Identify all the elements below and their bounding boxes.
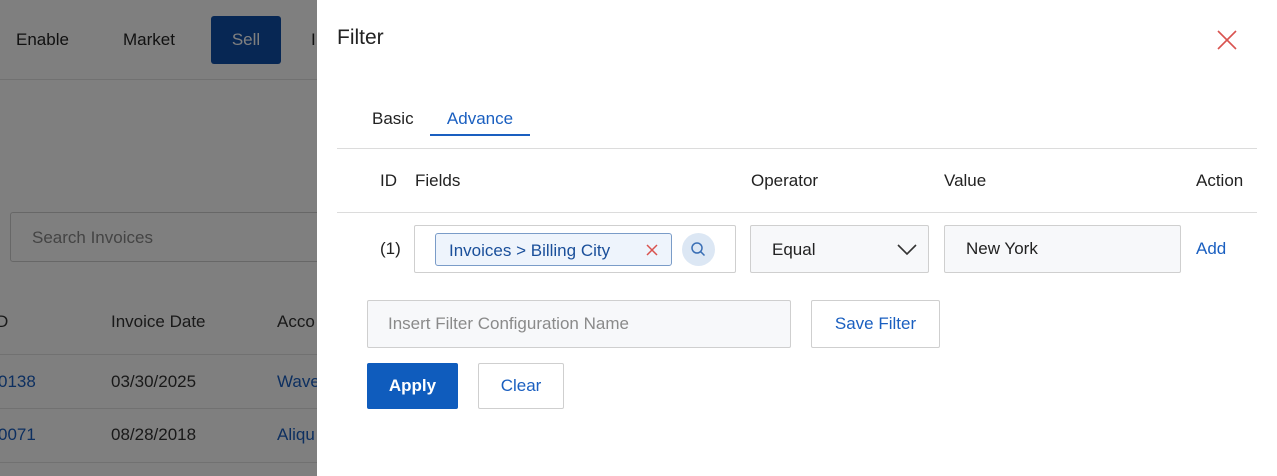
panel-title: Filter bbox=[337, 26, 384, 49]
save-filter-button[interactable]: Save Filter bbox=[811, 300, 940, 348]
search-icon[interactable] bbox=[682, 233, 715, 266]
remove-chip-icon[interactable] bbox=[645, 243, 659, 257]
apply-button[interactable]: Apply bbox=[367, 363, 458, 409]
close-icon[interactable] bbox=[1215, 28, 1239, 52]
operator-select[interactable]: Equal bbox=[750, 225, 929, 273]
filter-table-header: ID Fields Operator Value Action bbox=[337, 149, 1257, 213]
filter-panel: Filter Basic Advance ID Fields Operator … bbox=[317, 0, 1277, 476]
clear-button[interactable]: Clear bbox=[478, 363, 564, 409]
operator-selected-value: Equal bbox=[772, 240, 816, 259]
add-filter-link[interactable]: Add bbox=[1196, 239, 1226, 259]
tab-basic[interactable]: Basic bbox=[372, 109, 414, 129]
filter-tabs: Basic Advance bbox=[337, 96, 1257, 149]
column-header-operator: Operator bbox=[751, 171, 819, 190]
field-chip-label: Invoices > Billing City bbox=[449, 241, 611, 260]
fields-selector[interactable]: Invoices > Billing City bbox=[414, 225, 736, 273]
row-index: (1) bbox=[380, 239, 401, 258]
modal-backdrop[interactable] bbox=[0, 0, 317, 476]
value-input[interactable] bbox=[944, 225, 1181, 273]
column-header-id: ID bbox=[380, 171, 397, 190]
column-header-action: Action bbox=[1196, 171, 1244, 190]
field-chip: Invoices > Billing City bbox=[435, 233, 672, 266]
filter-config-name-input[interactable] bbox=[367, 300, 791, 348]
chevron-down-icon bbox=[897, 244, 917, 256]
tab-advance[interactable]: Advance bbox=[430, 96, 530, 136]
column-header-value: Value bbox=[944, 171, 987, 190]
column-header-fields: Fields bbox=[415, 171, 461, 190]
